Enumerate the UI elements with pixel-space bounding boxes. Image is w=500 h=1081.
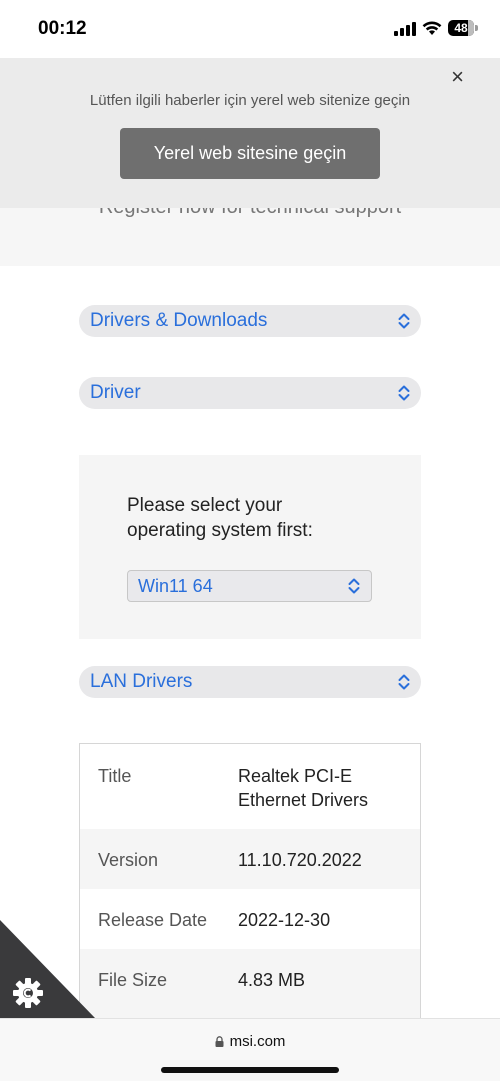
url-bar[interactable]: msi.com	[0, 1033, 500, 1050]
table-row: Title Realtek PCI-E Ethernet Drivers	[80, 744, 420, 829]
close-icon[interactable]: ×	[451, 64, 464, 90]
row-label: Title	[98, 766, 132, 786]
gear-icon[interactable]	[10, 975, 46, 1011]
table-row: Release Date 2022-12-30	[80, 889, 420, 949]
driver-details-table: Title Realtek PCI-E Ethernet Drivers Ver…	[79, 743, 421, 1033]
table-row: Version 11.10.720.2022	[80, 829, 420, 889]
banner-message: Lütfen ilgili haberler için yerel web si…	[89, 92, 411, 109]
os-select[interactable]: Win11 64	[127, 570, 372, 602]
chevron-up-down-icon	[398, 674, 410, 690]
os-panel: Please select your operating system firs…	[79, 455, 421, 639]
home-indicator[interactable]	[161, 1067, 339, 1073]
row-label: Version	[98, 850, 159, 870]
wifi-icon	[422, 20, 442, 36]
category-select-label: Drivers & Downloads	[90, 310, 268, 331]
lock-icon	[215, 1036, 224, 1047]
row-label: File Size	[98, 970, 168, 990]
subcategory-select-label: Driver	[90, 382, 141, 403]
row-value: 11.10.720.2022	[238, 850, 362, 870]
row-value: 2022-12-30	[238, 910, 331, 930]
subcategory-select[interactable]: Driver	[79, 377, 421, 409]
status-icons: 48	[394, 20, 478, 36]
url-text: msi.com	[229, 1033, 286, 1050]
category-select[interactable]: Drivers & Downloads	[79, 305, 421, 337]
cellular-signal-icon	[394, 20, 416, 36]
chevron-up-down-icon	[348, 578, 360, 594]
row-value: Realtek PCI-E Ethernet Drivers	[238, 766, 369, 810]
driver-type-select[interactable]: LAN Drivers	[79, 666, 421, 698]
battery-percent: 48	[454, 21, 468, 35]
status-time: 00:12	[38, 18, 87, 39]
chevron-up-down-icon	[398, 313, 410, 329]
os-prompt: Please select your operating system firs…	[127, 495, 313, 541]
row-label: Release Date	[98, 910, 208, 930]
driver-type-select-label: LAN Drivers	[90, 671, 193, 692]
chevron-up-down-icon	[398, 385, 410, 401]
row-value: 4.83 MB	[238, 970, 306, 990]
browser-bar: msi.com	[0, 1018, 500, 1081]
os-select-label: Win11 64	[138, 575, 213, 596]
status-bar: 00:12 48	[0, 0, 500, 58]
locale-banner: × Lütfen ilgili haberler için yerel web …	[0, 58, 500, 208]
battery-icon: 48	[448, 20, 478, 36]
local-site-button[interactable]: Yerel web sitesine geçin	[120, 128, 380, 179]
